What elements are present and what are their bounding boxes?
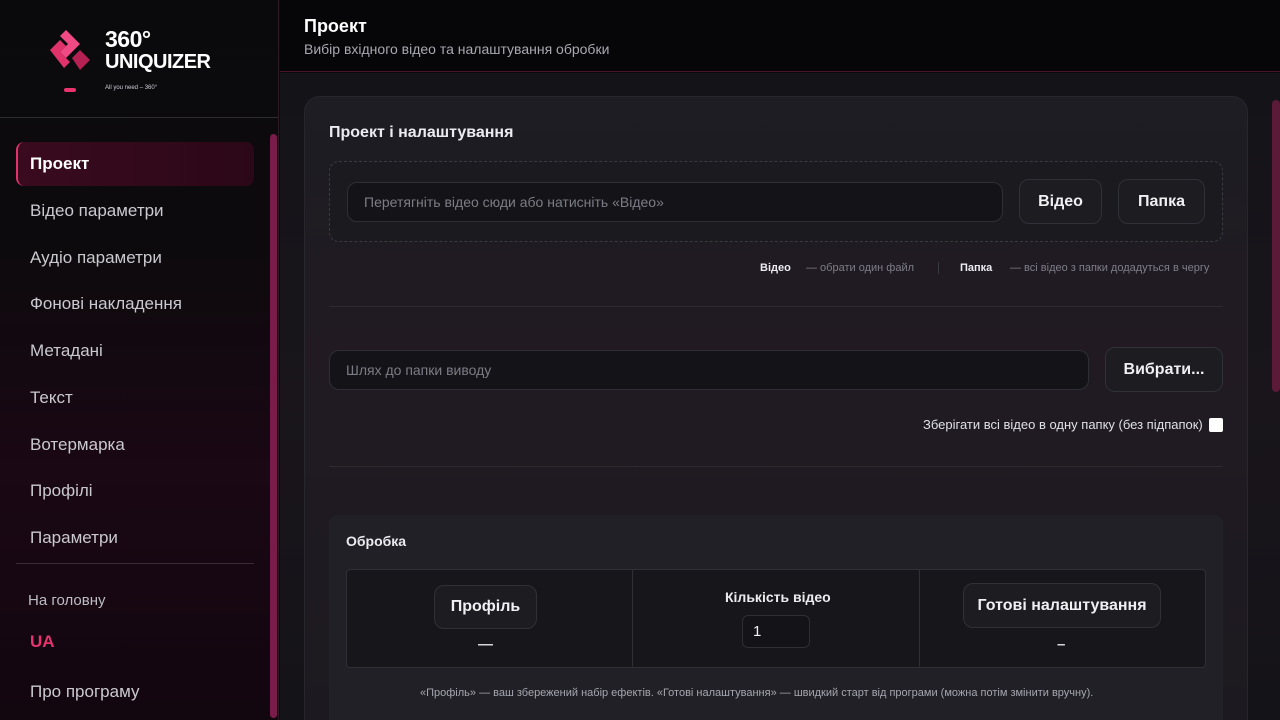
sidebar-divider bbox=[16, 563, 254, 564]
page-subtitle: Вибір вхідного відео та налаштування обр… bbox=[304, 41, 610, 57]
hint-video-text: — обрати один файл bbox=[806, 262, 915, 274]
language-switch[interactable]: UA bbox=[30, 632, 55, 652]
profile-value: — bbox=[478, 636, 493, 653]
sidebar-item-profiles[interactable]: Профілі bbox=[16, 469, 254, 513]
sidebar-item-settings[interactable]: Параметри bbox=[16, 516, 254, 560]
sidebar-item-video-params[interactable]: Відео параметри bbox=[16, 189, 254, 233]
column-separator bbox=[919, 569, 920, 668]
logo-name: UNIQUIZER bbox=[105, 51, 211, 73]
logo-dash bbox=[64, 88, 76, 92]
about-link[interactable]: Про програму bbox=[30, 682, 139, 702]
sidebar-scrollbar[interactable] bbox=[270, 134, 277, 718]
video-path-input[interactable]: Перетягніть відео сюди або натисніть «Ві… bbox=[347, 182, 1003, 222]
page-title: Проект bbox=[304, 16, 367, 36]
sidebar-item-watermark[interactable]: Вотермарка bbox=[16, 423, 254, 467]
hint-video: Відео bbox=[760, 262, 791, 274]
hint-separator bbox=[938, 262, 939, 274]
presets-button[interactable]: Готові налаштування bbox=[963, 583, 1161, 628]
sidebar-item-audio-params[interactable]: Аудіо параметри bbox=[16, 236, 254, 280]
logo-tagline: All you need – 360° bbox=[105, 85, 158, 91]
logo-icon bbox=[50, 30, 90, 70]
sidebar-item-background-overlays[interactable]: Фонові накладення bbox=[16, 282, 254, 326]
logo-area: 360° UNIQUIZER All you need – 360° bbox=[0, 0, 278, 118]
single-folder-checkbox[interactable] bbox=[1209, 418, 1223, 432]
hint-folder-text: — всі відео з папки додадуться в чергу bbox=[1010, 262, 1210, 274]
sidebar-item-project[interactable]: Проект bbox=[16, 142, 254, 186]
hint-video-key: Відео bbox=[760, 262, 791, 274]
home-link[interactable]: На головну bbox=[28, 592, 106, 609]
single-folder-label: Зберігати всі відео в одну папку (без пі… bbox=[923, 417, 1203, 432]
section-divider bbox=[329, 306, 1223, 307]
sidebar-item-text[interactable]: Текст bbox=[16, 376, 254, 420]
choose-folder-button[interactable]: Вибрати... bbox=[1105, 347, 1223, 392]
main-scrollbar[interactable] bbox=[1272, 100, 1280, 392]
hint-folder: Папка bbox=[960, 262, 992, 274]
hint-folder-key: Папка bbox=[960, 262, 993, 274]
output-folder-input[interactable]: Шлях до папки виводу bbox=[329, 350, 1089, 390]
card-title: Проект і налаштування bbox=[329, 124, 514, 141]
video-count-label: Кількість відео bbox=[725, 589, 831, 605]
section-divider bbox=[329, 466, 1223, 467]
profile-button[interactable]: Профіль bbox=[434, 585, 537, 629]
sidebar-item-metadata[interactable]: Метадані bbox=[16, 329, 254, 373]
video-count-input[interactable]: 1 bbox=[742, 615, 810, 648]
column-separator bbox=[632, 569, 633, 668]
processing-note: «Профіль» — ваш збережений набір ефектів… bbox=[420, 687, 1094, 699]
presets-value: – bbox=[1057, 636, 1066, 653]
video-button[interactable]: Відео bbox=[1019, 179, 1102, 224]
page-header: Проект Вибір вхідного відео та налаштува… bbox=[280, 0, 1280, 72]
processing-title: Обробка bbox=[346, 533, 407, 549]
logo-title: 360° bbox=[105, 26, 151, 52]
folder-button[interactable]: Папка bbox=[1118, 179, 1205, 224]
